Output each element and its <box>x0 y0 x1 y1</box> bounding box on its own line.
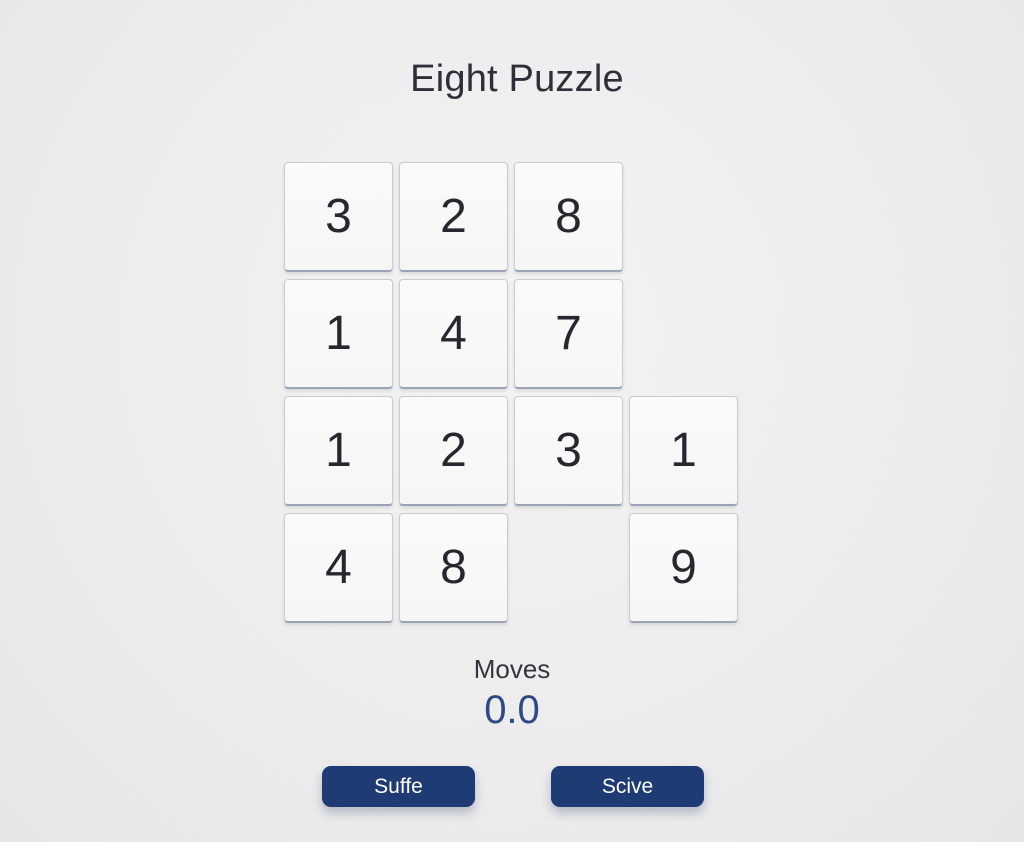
puzzle-tile[interactable]: 4 <box>284 513 393 623</box>
puzzle-tile[interactable]: 1 <box>284 279 393 389</box>
moves-counter: 0.0 <box>484 688 540 732</box>
puzzle-board: 3281471231489 <box>284 162 742 626</box>
puzzle-tile[interactable]: 1 <box>284 396 393 506</box>
solve-button[interactable]: Scive <box>551 766 704 807</box>
puzzle-tile[interactable]: 7 <box>514 279 623 389</box>
puzzle-tile[interactable]: 3 <box>284 162 393 272</box>
puzzle-tile[interactable]: 4 <box>399 279 508 389</box>
puzzle-tile[interactable]: 3 <box>514 396 623 506</box>
puzzle-tile[interactable]: 8 <box>399 513 508 623</box>
page-title: Eight Puzzle <box>410 58 624 100</box>
puzzle-tile[interactable]: 1 <box>629 396 738 506</box>
puzzle-tile[interactable]: 2 <box>399 162 508 272</box>
puzzle-tile[interactable]: 9 <box>629 513 738 623</box>
shuffle-button[interactable]: Suffe <box>322 766 475 807</box>
puzzle-tile[interactable]: 2 <box>399 396 508 506</box>
moves-label: Moves <box>473 654 551 684</box>
puzzle-tile[interactable]: 8 <box>514 162 623 272</box>
